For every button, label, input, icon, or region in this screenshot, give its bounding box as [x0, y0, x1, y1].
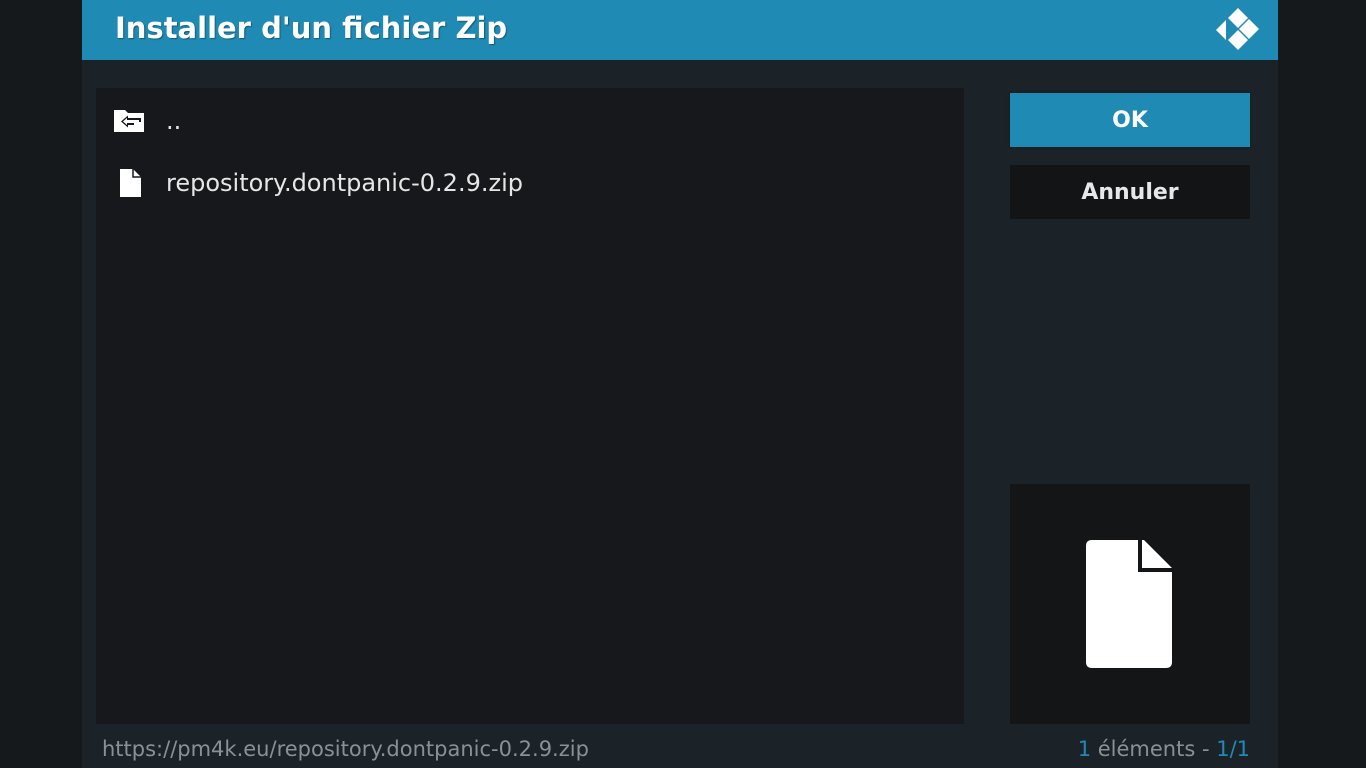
selected-file-path: https://pm4k.eu/repository.dontpanic-0.2…	[102, 737, 589, 761]
page-indicator: 1/1	[1216, 737, 1250, 761]
item-count-number: 1	[1077, 737, 1092, 761]
item-count: 1 éléments - 1/1	[1078, 734, 1250, 764]
file-preview-panel	[1010, 484, 1250, 724]
dialog-title: Installer d'un fichier Zip	[115, 11, 508, 45]
folder-back-icon	[114, 110, 144, 132]
list-item-parent-folder[interactable]: ..	[96, 90, 964, 150]
kodi-logo-icon	[1216, 8, 1259, 50]
dialog-titlebar: Installer d'un fichier Zip	[82, 0, 1278, 60]
list-item-zip-file[interactable]: repository.dontpanic-0.2.9.zip	[96, 152, 964, 212]
item-count-suffix: éléments -	[1091, 737, 1217, 761]
file-list[interactable]: .. repository.dontpanic-0.2.9.zip	[96, 88, 964, 724]
list-item-label: ..	[166, 107, 182, 135]
file-icon	[1086, 540, 1172, 668]
install-zip-dialog: Installer d'un fichier Zip .. repository…	[82, 0, 1278, 768]
list-item-label: repository.dontpanic-0.2.9.zip	[166, 169, 523, 197]
cancel-button[interactable]: Annuler	[1010, 165, 1250, 219]
ok-button[interactable]: OK	[1010, 93, 1250, 147]
file-icon	[120, 169, 141, 197]
